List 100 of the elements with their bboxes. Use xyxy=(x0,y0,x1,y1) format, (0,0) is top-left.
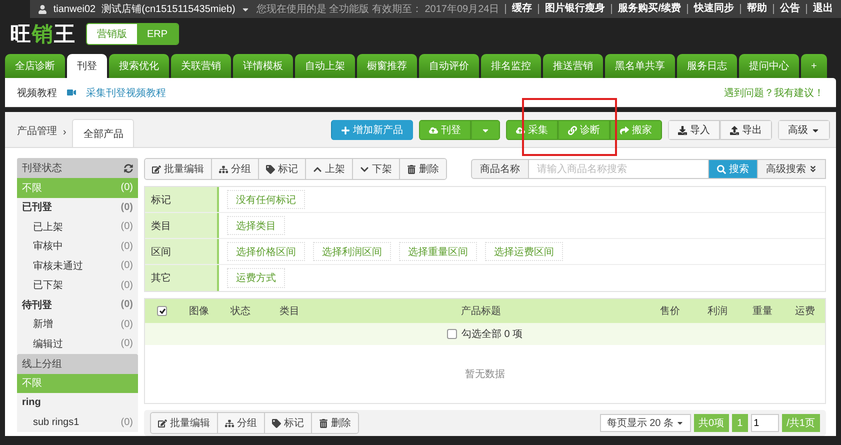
top-link[interactable]: 服务购买/续费 xyxy=(611,4,681,14)
toolbar-button[interactable]: 分组 xyxy=(218,413,265,433)
sidebar-item-count: (0) xyxy=(120,240,133,252)
total-count: 共0项 xyxy=(694,414,730,432)
chevron-down-icon xyxy=(360,164,369,174)
action-button[interactable]: 高级 xyxy=(778,120,830,140)
sidebar-item[interactable]: 已刊登 (0) xyxy=(17,198,138,217)
link-icon xyxy=(568,126,577,134)
chevron-up-icon xyxy=(313,164,322,174)
sidebar-item[interactable]: 已下架 (0) xyxy=(17,276,138,295)
filter-label: 类目 xyxy=(145,213,219,238)
column-header: 利润 xyxy=(706,304,728,318)
total-pages: /共1页 xyxy=(782,414,820,432)
top-link[interactable]: 公告 xyxy=(773,4,800,14)
sidebar-item[interactable]: sub rings1 (0) xyxy=(17,412,138,432)
breadcrumb-tab[interactable]: 全部产品 xyxy=(72,119,134,147)
sidebar-item-label: 审核中 xyxy=(33,240,63,254)
sidebar-title: 线上分组 xyxy=(22,358,62,370)
column-header: 产品标题 xyxy=(460,304,502,318)
toolbar-button[interactable]: 删除 xyxy=(312,413,358,433)
sidebar-item-label: 已刊登 xyxy=(22,200,52,214)
tag-icon xyxy=(272,418,281,428)
caret-icon xyxy=(676,419,684,427)
advanced-search-button[interactable]: 高级搜索 xyxy=(758,159,826,179)
sidebar-item-label: 新增 xyxy=(33,318,53,332)
toolbar-button[interactable]: 批量编辑 xyxy=(145,159,212,179)
sidebar-item[interactable]: 审核中 (0) xyxy=(17,236,138,256)
plus-icon xyxy=(341,126,350,134)
toolbar-button[interactable]: 标记 xyxy=(259,159,306,179)
top-link[interactable]: 快速同步 xyxy=(687,4,734,14)
download-icon xyxy=(678,126,687,134)
column-header: 重量 xyxy=(752,304,774,318)
sidebar-item[interactable]: 已上架 (0) xyxy=(17,217,138,236)
column-header: 状态 xyxy=(230,304,252,318)
edit-icon xyxy=(158,418,167,428)
page-input[interactable]: 1 xyxy=(750,414,779,432)
refresh-icon[interactable] xyxy=(124,164,133,172)
toolbar-button[interactable]: 分组 xyxy=(212,159,259,179)
edit-icon xyxy=(152,164,161,174)
sidebar-item[interactable]: 新增 (0) xyxy=(17,314,138,334)
breadcrumb-separator: › xyxy=(63,127,66,138)
breadcrumb-root[interactable]: 产品管理 xyxy=(17,124,57,138)
top-link[interactable]: 退出 xyxy=(806,4,833,14)
cloud-icon xyxy=(429,126,438,134)
column-header: 售价 xyxy=(659,305,681,318)
username: tianwei02 xyxy=(53,4,96,14)
action-button[interactable]: 导出 xyxy=(720,120,772,140)
hierarchy-icon xyxy=(225,418,234,428)
edition-button[interactable]: 营销版 xyxy=(87,24,137,44)
video-tutorial-label: 视频教程 xyxy=(17,86,57,100)
sidebar-item-count: (0) xyxy=(120,338,133,350)
page-size-select[interactable]: 每页显示 20 条 xyxy=(600,414,691,432)
column-header: 类目 xyxy=(278,304,300,318)
toolbar-button[interactable]: 删除 xyxy=(400,159,446,179)
action-button[interactable]: 导入 xyxy=(668,120,720,140)
sidebar-item[interactable]: ring xyxy=(17,393,138,412)
sidebar-item-count: (0) xyxy=(120,318,133,330)
cloud-icon xyxy=(516,126,525,134)
nav-tab[interactable]: 刊登 xyxy=(67,54,107,78)
user-icon xyxy=(38,4,48,14)
search-field-label[interactable]: 商品名称 xyxy=(471,159,529,179)
sidebar-item[interactable]: 编辑过 (0) xyxy=(17,334,138,354)
shop-name: 测试店铺(cn1515115435mieb) xyxy=(102,2,236,16)
sidebar-item-count: (0) xyxy=(120,280,133,291)
upload-icon xyxy=(730,126,739,134)
top-link[interactable]: 缓存 xyxy=(505,4,532,14)
toolbar-button[interactable]: 上架 xyxy=(306,159,353,179)
subscription-notice: 您现在使用的是 全功能版 有效期至： 2017年09月24日 xyxy=(256,2,500,16)
double-chevron-icon xyxy=(809,165,817,173)
toolbar-button[interactable]: 批量编辑 xyxy=(151,413,218,433)
sidebar-item-label: 已上架 xyxy=(33,220,63,234)
sidebar-item-count: (0) xyxy=(120,202,133,213)
sidebar-item-label: 待刊登 xyxy=(22,298,52,312)
search-icon xyxy=(717,164,726,174)
column-header: 运费 xyxy=(794,304,816,318)
sidebar-item-count: (0) xyxy=(120,299,133,310)
top-link[interactable]: 帮助 xyxy=(740,4,767,14)
toolbar-button[interactable]: 下架 xyxy=(353,159,400,179)
empty-message: 暂无数据 xyxy=(465,368,505,381)
sidebar-title: 刊登状态 xyxy=(22,162,62,175)
top-link[interactable]: 图片银行瘦身 xyxy=(538,4,606,14)
sidebar-item-count: (0) xyxy=(120,416,133,428)
sidebar-item-label: 不限 xyxy=(22,182,42,195)
hierarchy-icon xyxy=(219,164,228,174)
sidebar-item-label: 编辑过 xyxy=(33,338,63,351)
sidebar-item-label: sub rings1 xyxy=(33,416,80,428)
share-icon xyxy=(620,126,629,134)
toolbar-button[interactable]: 标记 xyxy=(265,413,312,433)
search-field[interactable]: 请输入商品名称搜索 xyxy=(529,159,709,179)
sidebar-item[interactable]: 审核未通过 (0) xyxy=(17,256,138,276)
sidebar-item[interactable]: 待刊登 (0) xyxy=(17,295,138,314)
feedback-link[interactable]: 遇到问题？我有建议！ xyxy=(724,86,824,100)
sidebar-item-label: 已下架 xyxy=(33,278,63,292)
filter-label: 区间 xyxy=(145,239,219,264)
sidebar-item-count: (0) xyxy=(120,221,133,232)
filter-label: 标记 xyxy=(145,187,219,212)
checkbox[interactable] xyxy=(447,329,458,339)
filter-label: 其它 xyxy=(145,265,219,291)
checkbox[interactable] xyxy=(157,306,167,316)
video-link[interactable]: 采集刊登视频教程 xyxy=(86,86,166,100)
